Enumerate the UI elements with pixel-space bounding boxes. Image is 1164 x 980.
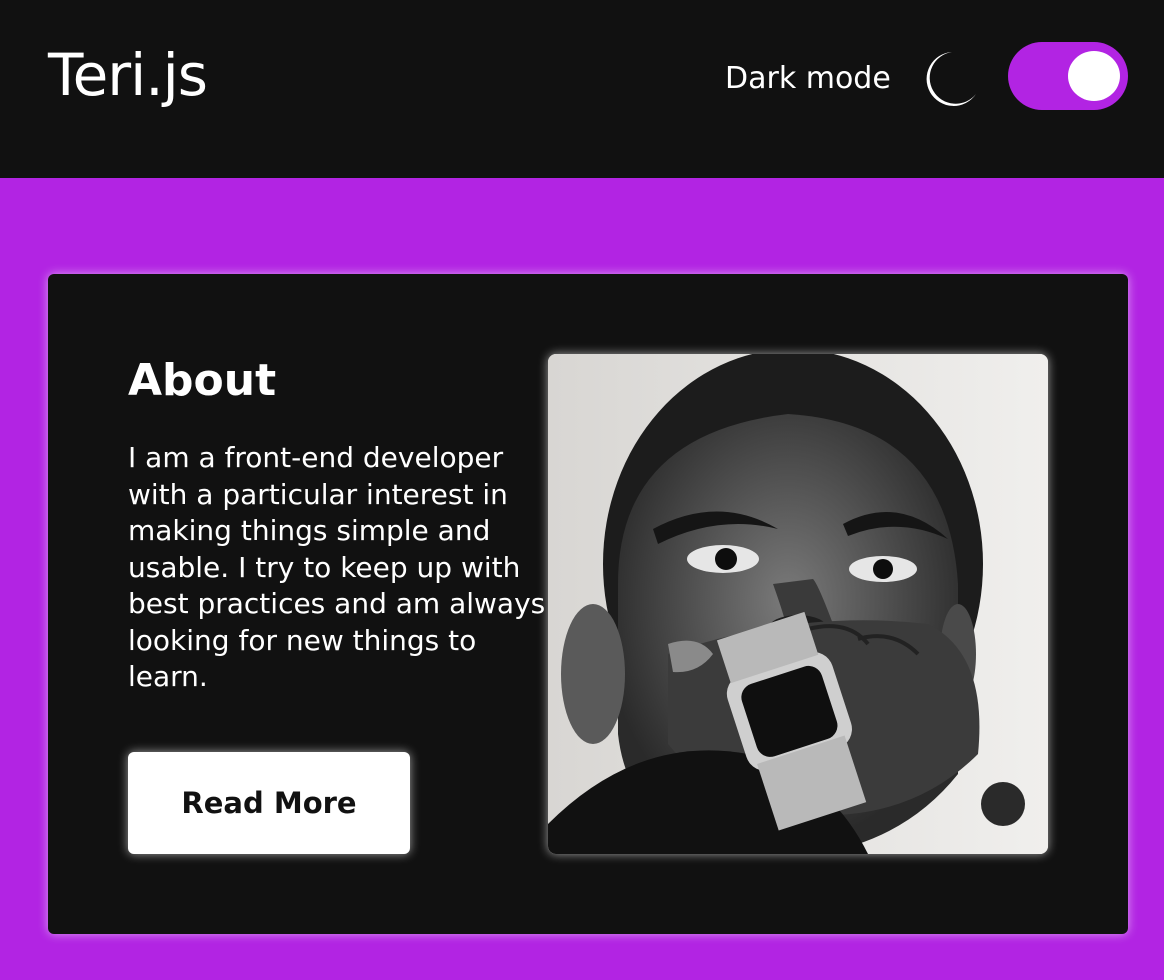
dark-mode-toggle[interactable] bbox=[1008, 42, 1128, 110]
profile-photo bbox=[548, 354, 1048, 854]
about-card: About I am a front-end developer with a … bbox=[48, 274, 1128, 934]
about-title: About bbox=[128, 355, 277, 406]
about-description: I am a front-end developer with a partic… bbox=[128, 441, 546, 693]
dark-mode-label: Dark mode bbox=[725, 61, 891, 96]
read-more-button[interactable]: Read More bbox=[128, 752, 410, 854]
moon-icon bbox=[926, 52, 976, 106]
site-logo[interactable]: Teri.js bbox=[48, 36, 208, 114]
site-header: Teri.js Dark mode bbox=[0, 0, 1164, 178]
toggle-knob bbox=[1068, 51, 1120, 101]
